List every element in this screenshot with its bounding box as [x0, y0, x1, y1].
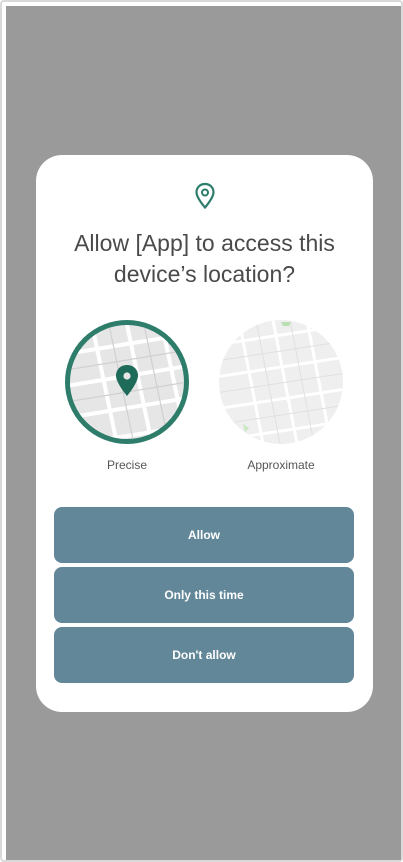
precise-option[interactable]: Precise [65, 320, 189, 472]
dialog-title: Allow [App] to access this device’s loca… [74, 230, 335, 287]
phone-frame: Allow [App] to access this device’s loca… [0, 0, 403, 862]
precise-map[interactable] [65, 320, 189, 444]
location-pin-outline-icon [195, 182, 215, 210]
allow-button[interactable]: Allow [54, 507, 354, 563]
dont-allow-button[interactable]: Don't allow [54, 627, 354, 683]
approximate-map-streets [219, 320, 343, 444]
approximate-option[interactable]: Approximate [219, 320, 343, 472]
approximate-label: Approximate [247, 458, 315, 472]
precise-label: Precise [106, 458, 147, 472]
location-permission-dialog: Allow [App] to access this device’s loca… [36, 155, 373, 712]
approximate-map[interactable] [219, 320, 343, 444]
location-pin-icon [116, 365, 138, 396]
only-this-time-button[interactable]: Only this time [54, 567, 354, 623]
